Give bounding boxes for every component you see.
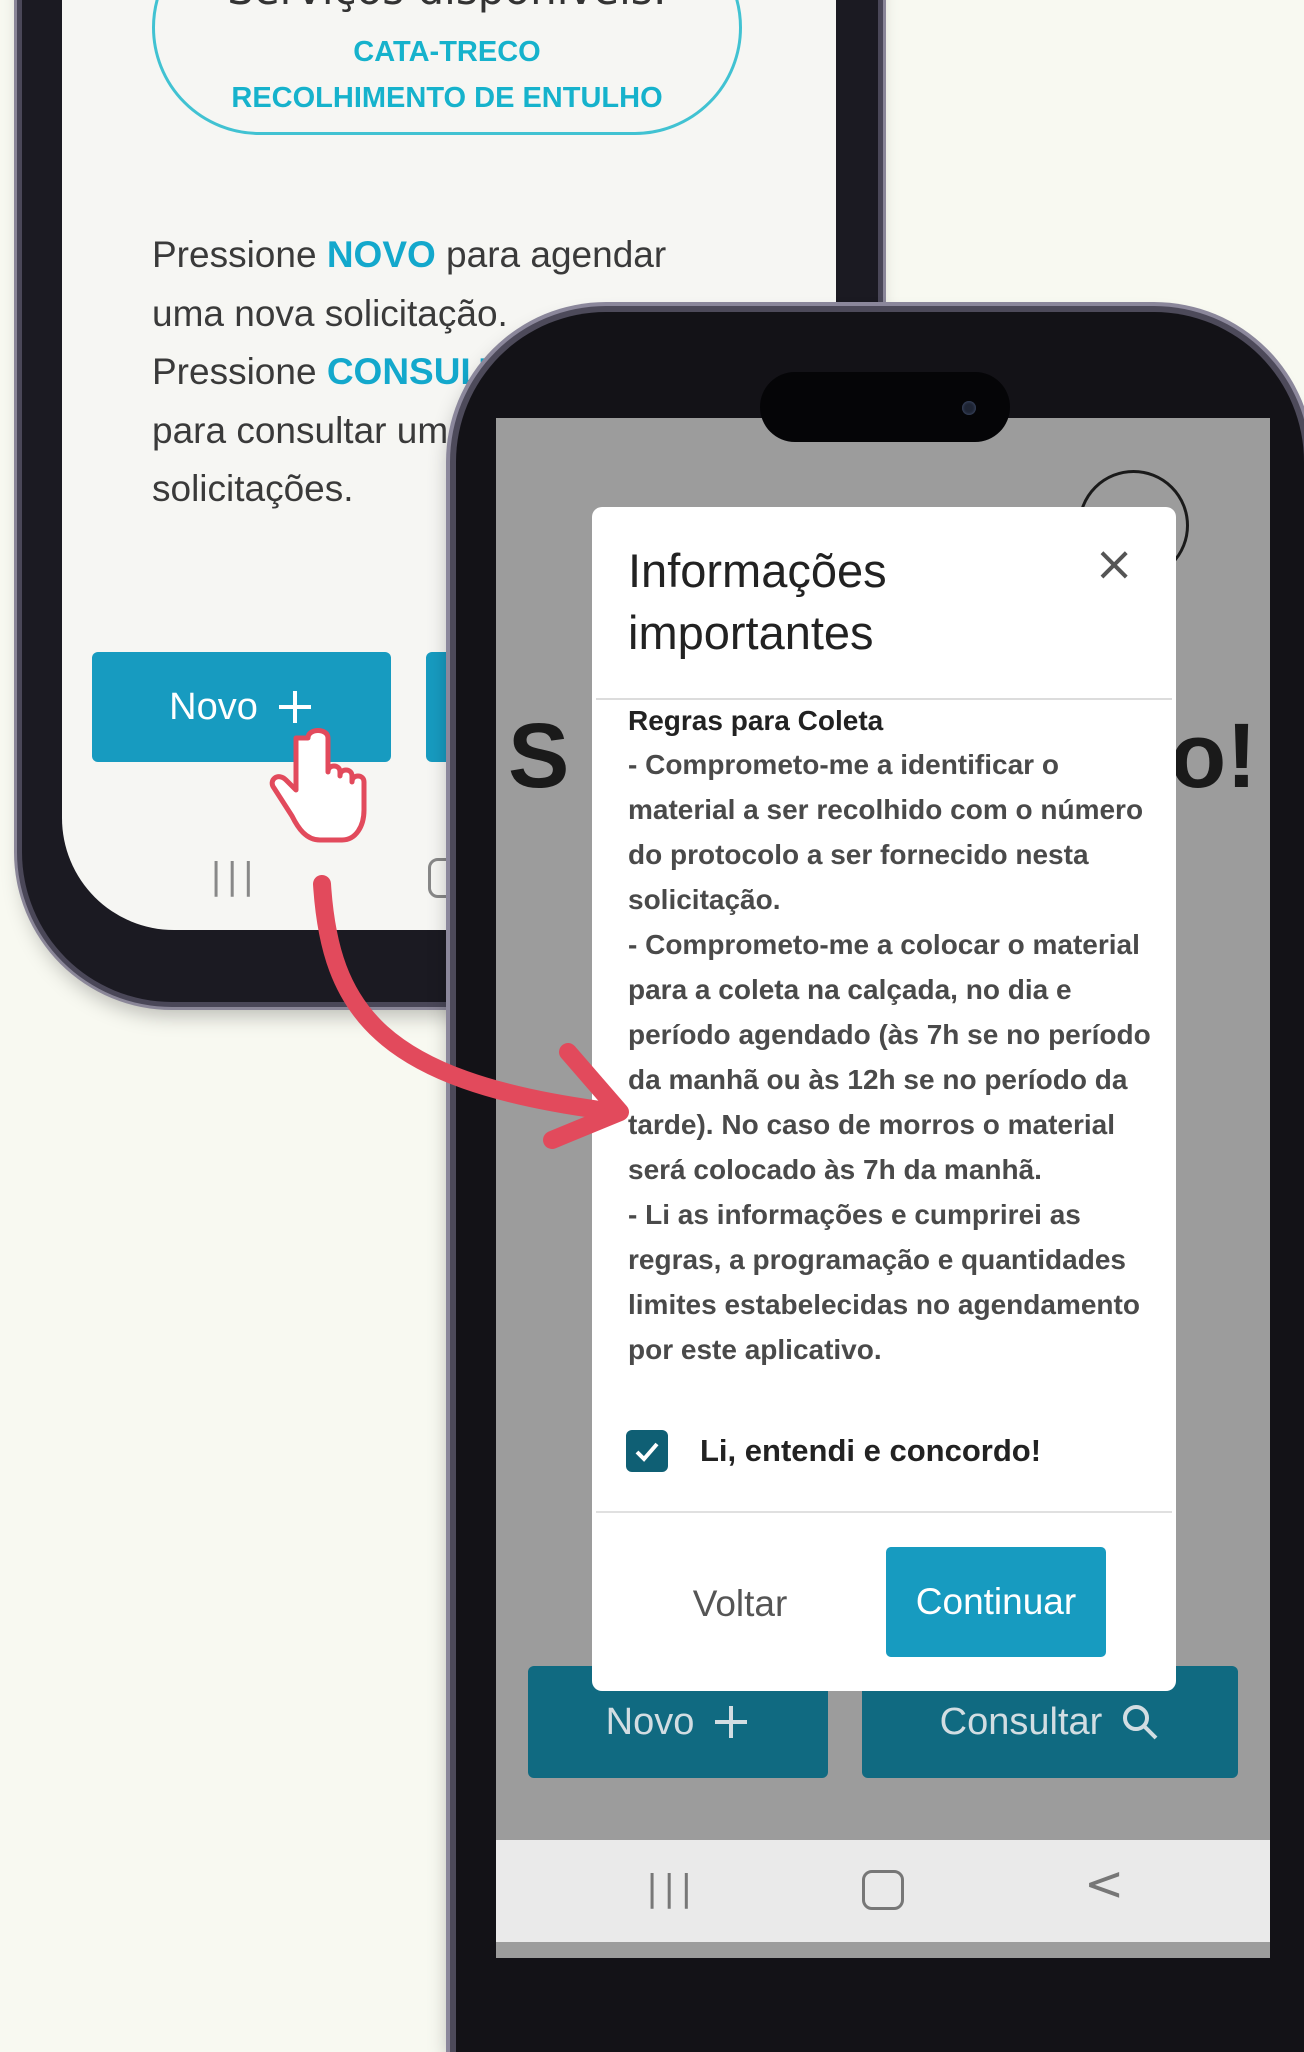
continuar-button[interactable]: Continuar: [886, 1547, 1106, 1657]
plus-icon: [278, 691, 311, 723]
search-icon: [1123, 1705, 1158, 1740]
novo-keyword: NOVO: [326, 234, 436, 275]
consultar-label: Consultar: [939, 1700, 1103, 1743]
recents-nav-button[interactable]: |||: [646, 1868, 697, 1909]
hand-pointer-icon: [269, 728, 367, 843]
rule-3: - Li as informações e cumprirei as regra…: [628, 1199, 1140, 1365]
back-nav-button[interactable]: <: [1084, 1856, 1124, 1912]
agree-label: Li, entendi e concordo!: [700, 1433, 1042, 1468]
rules-heading: Regras para Coleta: [628, 705, 884, 736]
close-icon[interactable]: ×: [1094, 536, 1134, 592]
services-title: Serviços disponíveis:: [152, 0, 742, 20]
check-icon: [635, 1442, 659, 1462]
rule-2: - Comprometo-me a colocar o material par…: [628, 929, 1151, 1185]
service-cata-treco: CATA-TRECO: [353, 36, 541, 68]
background-heading-start: S: [508, 705, 570, 807]
background-heading-end: o!: [1170, 705, 1257, 807]
agree-checkbox-row[interactable]: Li, entendi e concordo!: [626, 1430, 1041, 1472]
modal-body: Regras para Coleta - Comprometo-me a ide…: [628, 700, 1152, 1372]
rule-1: - Comprometo-me a identificar o material…: [628, 749, 1144, 915]
agree-checkbox[interactable]: [626, 1430, 668, 1472]
home-nav-button[interactable]: [862, 1870, 904, 1910]
novo-label: Novo: [605, 1700, 695, 1743]
service-entulho: RECOLHIMENTO DE ENTULHO: [231, 82, 663, 114]
novo-label: Novo: [169, 685, 258, 728]
continuar-label: Continuar: [915, 1581, 1077, 1622]
plus-icon: [715, 1706, 748, 1738]
modal-title: Informações importantes: [628, 544, 887, 659]
voltar-button[interactable]: Voltar: [660, 1576, 820, 1632]
recents-nav-button[interactable]: |||: [210, 856, 258, 897]
modal-footer-divider: [596, 1511, 1172, 1513]
camera-icon: [962, 401, 976, 415]
